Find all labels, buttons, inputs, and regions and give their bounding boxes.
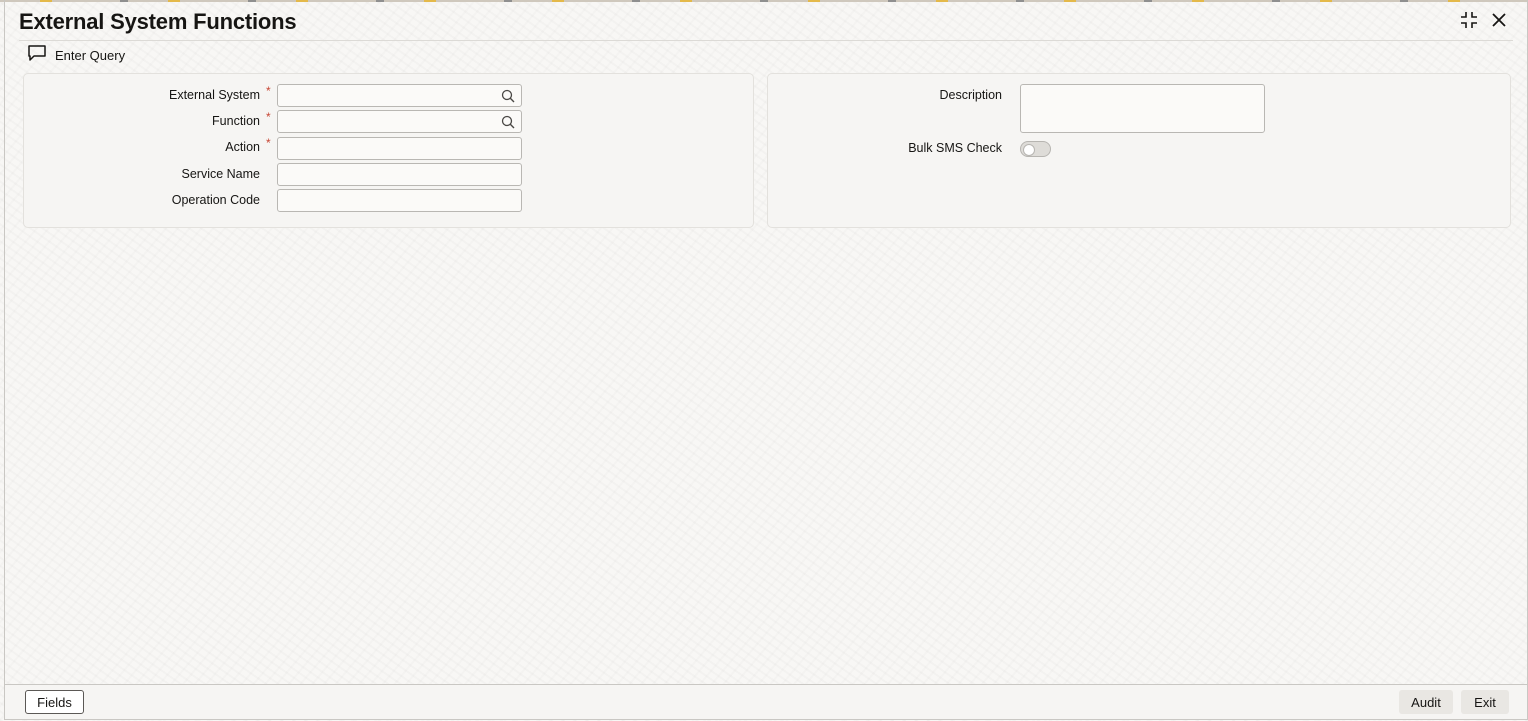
- operation-code-field[interactable]: [277, 189, 522, 212]
- function-label: Function: [212, 114, 260, 128]
- function-field[interactable]: [277, 110, 522, 133]
- window-controls: [1459, 10, 1509, 30]
- operation-code-label-row: Operation Code: [24, 193, 272, 207]
- enter-query-label: Enter Query: [55, 48, 126, 63]
- action-label: Action: [225, 140, 260, 154]
- action-label-row: Action *: [24, 136, 272, 154]
- fields-button[interactable]: Fields: [25, 690, 84, 714]
- details-panel: Description Bulk SMS Check: [767, 73, 1511, 228]
- app-window: External System Functions Enter Query Ex…: [4, 0, 1528, 720]
- page-title: External System Functions: [19, 9, 297, 34]
- external-system-label-row: External System *: [24, 84, 272, 102]
- close-icon[interactable]: [1489, 10, 1509, 30]
- service-name-label: Service Name: [181, 167, 261, 181]
- search-icon[interactable]: [501, 89, 515, 103]
- enter-query-button[interactable]: Enter Query: [27, 44, 125, 67]
- bulk-sms-check-toggle[interactable]: [1020, 141, 1051, 157]
- comment-icon: [27, 44, 47, 67]
- required-marker: *: [266, 136, 271, 150]
- action-field[interactable]: [277, 137, 522, 160]
- required-marker: *: [266, 84, 271, 98]
- footer-bar: Fields Audit Exit: [5, 684, 1527, 719]
- search-icon[interactable]: [501, 115, 515, 129]
- description-label: Description: [939, 88, 1002, 102]
- main-fields-panel: External System * Function * Action * Se…: [23, 73, 754, 228]
- description-label-row: Description: [768, 88, 1002, 102]
- audit-button[interactable]: Audit: [1399, 690, 1453, 714]
- required-marker: *: [266, 110, 271, 124]
- service-name-field[interactable]: [277, 163, 522, 186]
- description-field[interactable]: [1020, 84, 1265, 133]
- function-label-row: Function *: [24, 110, 272, 128]
- header-divider: [19, 40, 1513, 41]
- exit-button[interactable]: Exit: [1461, 690, 1509, 714]
- service-name-label-row: Service Name: [24, 167, 272, 181]
- operation-code-label: Operation Code: [171, 193, 260, 207]
- external-system-field[interactable]: [277, 84, 522, 107]
- external-system-label: External System: [168, 88, 260, 102]
- collapse-icon[interactable]: [1459, 10, 1479, 30]
- bulk-sms-check-label: Bulk SMS Check: [908, 141, 1002, 155]
- bulk-sms-label-row: Bulk SMS Check: [768, 141, 1002, 155]
- toggle-knob: [1023, 144, 1035, 156]
